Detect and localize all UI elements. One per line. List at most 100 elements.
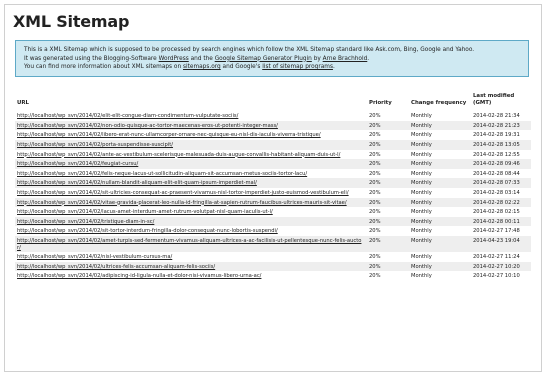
priority-cell: 20% — [367, 120, 409, 131]
priority-cell: 20% — [367, 159, 409, 169]
table-row: http://localhost/wp_svn/2014/02/adipisci… — [15, 271, 531, 281]
change-frequency-cell: Monthly — [411, 151, 432, 158]
change-frequency-cell: Monthly — [411, 170, 432, 177]
priority-cell: 20% — [367, 235, 409, 253]
sitemap-url-link[interactable]: http://localhost/wp_svn/2014/02/elit-eli… — [17, 113, 238, 119]
priority-cell: 20% — [367, 139, 409, 150]
sitemap-generator-link[interactable]: Google Sitemap Generator Plugin — [215, 56, 312, 62]
table-header-row: URL Priority Change frequency Last modif… — [15, 93, 531, 111]
sitemap-table: URL Priority Change frequency Last modif… — [15, 93, 531, 281]
last-modified-cell: 2014-02-28 13:05 — [471, 139, 531, 150]
table-row: http://localhost/wp_svn/2014/02/porta-su… — [15, 139, 531, 150]
sitemap-page: XML Sitemap This is a XML Sitemap which … — [4, 4, 542, 372]
url-cell: http://localhost/wp_svn/2014/02/feugiat-… — [15, 159, 367, 169]
change-frequency-cell: Monthly — [409, 178, 471, 188]
last-modified-cell: 2014-02-28 03:14 — [473, 189, 520, 196]
last-modified-cell: 2014-02-28 07:33 — [471, 178, 531, 188]
url-cell: http://localhost/wp_svn/2014/02/ultrices… — [15, 261, 367, 272]
priority-cell: 20% — [369, 132, 381, 139]
last-modified-cell: 2014-02-28 21:34 — [473, 113, 520, 120]
sitemap-url-link[interactable]: http://localhost/wp_svn/2014/02/amet-tur… — [17, 238, 361, 251]
sitemap-url-link[interactable]: http://localhost/wp_svn/2014/02/libero-e… — [17, 132, 321, 138]
table-row: http://localhost/wp_svn/2014/02/ante-ac-… — [15, 150, 531, 160]
sitemap-url-link[interactable]: http://localhost/wp_svn/2014/02/lacus-am… — [17, 209, 273, 215]
intro-text: It was generated using the Blogging-Soft… — [24, 55, 159, 62]
url-cell: http://localhost/wp_svn/2014/02/libero-e… — [15, 130, 367, 140]
sitemap-url-link[interactable]: http://localhost/wp_svn/2014/02/vitae-gr… — [17, 200, 347, 206]
change-frequency-cell: Monthly — [411, 228, 432, 235]
last-modified-cell: 2014-04-23 19:04 — [471, 235, 531, 253]
priority-cell: 20% — [367, 216, 409, 227]
intro-text: and the — [188, 55, 215, 62]
url-cell: http://localhost/wp_svn/2014/02/adipisci… — [15, 271, 367, 281]
change-frequency-cell: Monthly — [409, 159, 471, 169]
intro-text: You can find more information about XML … — [24, 64, 183, 71]
intro-text: by — [311, 55, 323, 62]
intro-line-1: This is a XML Sitemap which is supposed … — [24, 47, 475, 53]
sitemap-programs-link[interactable]: list of sitemap programs — [262, 64, 333, 70]
wordpress-link[interactable]: WordPress — [159, 56, 189, 62]
sitemap-url-link[interactable]: http://localhost/wp_svn/2014/02/nullam-b… — [17, 180, 257, 186]
change-frequency-cell: Monthly — [409, 216, 471, 227]
priority-cell: 20% — [367, 178, 409, 188]
url-cell: http://localhost/wp_svn/2014/02/porta-su… — [15, 139, 367, 150]
sitemap-url-link[interactable]: http://localhost/wp_svn/2014/02/nisl-ves… — [17, 254, 172, 260]
sitemap-url-link[interactable]: http://localhost/wp_svn/2014/02/ultrices… — [17, 264, 215, 270]
url-cell: http://localhost/wp_svn/2014/02/nullam-b… — [15, 178, 367, 188]
sitemap-url-link[interactable]: http://localhost/wp_svn/2014/02/ante-ac-… — [17, 152, 340, 158]
column-header-last-modified: Last modified (GMT) — [473, 93, 515, 106]
sitemaps-org-link[interactable]: sitemaps.org — [183, 64, 221, 70]
sitemap-url-link[interactable]: http://localhost/wp_svn/2014/02/non-odio… — [17, 123, 278, 129]
author-link[interactable]: Arne Brachhold — [323, 56, 368, 62]
sitemap-url-link[interactable]: http://localhost/wp_svn/2014/02/sit-ultr… — [17, 190, 349, 196]
table-row: http://localhost/wp_svn/2014/02/nisl-ves… — [15, 252, 531, 262]
url-cell: http://localhost/wp_svn/2014/02/nisl-ves… — [15, 252, 367, 262]
column-header-change-frequency: Change frequency — [411, 99, 467, 106]
last-modified-cell: 2014-02-27 10:20 — [471, 261, 531, 272]
sitemap-url-link[interactable]: http://localhost/wp_svn/2014/02/felis-ne… — [17, 171, 307, 177]
change-frequency-cell: Monthly — [411, 273, 432, 280]
change-frequency-cell: Monthly — [409, 235, 471, 253]
url-cell: http://localhost/wp_svn/2014/02/tristiqu… — [15, 216, 367, 227]
priority-cell: 20% — [369, 273, 381, 280]
intro-text: . — [332, 64, 335, 71]
intro-line-2: It was generated using the Blogging-Soft… — [24, 55, 520, 64]
last-modified-cell: 2014-02-28 02:22 — [471, 197, 531, 208]
priority-cell: 20% — [369, 209, 381, 216]
url-cell: http://localhost/wp_svn/2014/02/non-odio… — [15, 120, 367, 131]
table-row: http://localhost/wp_svn/2014/02/nullam-b… — [15, 178, 531, 188]
last-modified-cell: 2014-02-28 21:23 — [471, 120, 531, 131]
change-frequency-cell: Monthly — [411, 113, 432, 120]
sitemap-url-link[interactable]: http://localhost/wp_svn/2014/02/porta-su… — [17, 142, 173, 148]
table-row: http://localhost/wp_svn/2014/02/libero-e… — [15, 130, 531, 140]
priority-cell: 20% — [367, 261, 409, 272]
url-cell: http://localhost/wp_svn/2014/02/sit-ultr… — [15, 188, 367, 198]
table-row: http://localhost/wp_svn/2014/02/elit-eli… — [15, 111, 531, 121]
table-row: http://localhost/wp_svn/2014/02/felis-ne… — [15, 169, 531, 179]
url-cell: http://localhost/wp_svn/2014/02/felis-ne… — [15, 169, 367, 179]
sitemap-url-link[interactable]: http://localhost/wp_svn/2014/02/sit-tort… — [17, 228, 278, 234]
table-row: http://localhost/wp_svn/2014/02/tristiqu… — [15, 216, 531, 227]
sitemap-url-link[interactable]: http://localhost/wp_svn/2014/02/tristiqu… — [17, 219, 154, 225]
priority-cell: 20% — [369, 113, 381, 120]
url-cell: http://localhost/wp_svn/2014/02/elit-eli… — [15, 111, 367, 121]
sitemap-url-link[interactable]: http://localhost/wp_svn/2014/02/feugiat-… — [17, 161, 138, 167]
last-modified-cell: 2014-02-28 19:31 — [473, 132, 520, 139]
sitemap-url-link[interactable]: http://localhost/wp_svn/2014/02/adipisci… — [17, 273, 261, 279]
url-cell: http://localhost/wp_svn/2014/02/amet-tur… — [15, 235, 367, 253]
last-modified-cell: 2014-02-27 10:10 — [473, 273, 520, 280]
url-cell: http://localhost/wp_svn/2014/02/sit-tort… — [15, 226, 367, 236]
change-frequency-cell: Monthly — [411, 132, 432, 139]
priority-cell: 20% — [369, 254, 381, 261]
change-frequency-cell: Monthly — [411, 209, 432, 216]
last-modified-cell: 2014-02-28 02:15 — [473, 209, 520, 216]
priority-cell: 20% — [369, 170, 381, 177]
url-cell: http://localhost/wp_svn/2014/02/vitae-gr… — [15, 197, 367, 208]
column-header-url: URL — [17, 99, 29, 106]
change-frequency-cell: Monthly — [411, 254, 432, 261]
table-row: http://localhost/wp_svn/2014/02/feugiat-… — [15, 159, 531, 169]
last-modified-cell: 2014-02-27 11:24 — [473, 254, 520, 261]
priority-cell: 20% — [369, 151, 381, 158]
change-frequency-cell: Monthly — [409, 139, 471, 150]
table-row: http://localhost/wp_svn/2014/02/vitae-gr… — [15, 197, 531, 208]
